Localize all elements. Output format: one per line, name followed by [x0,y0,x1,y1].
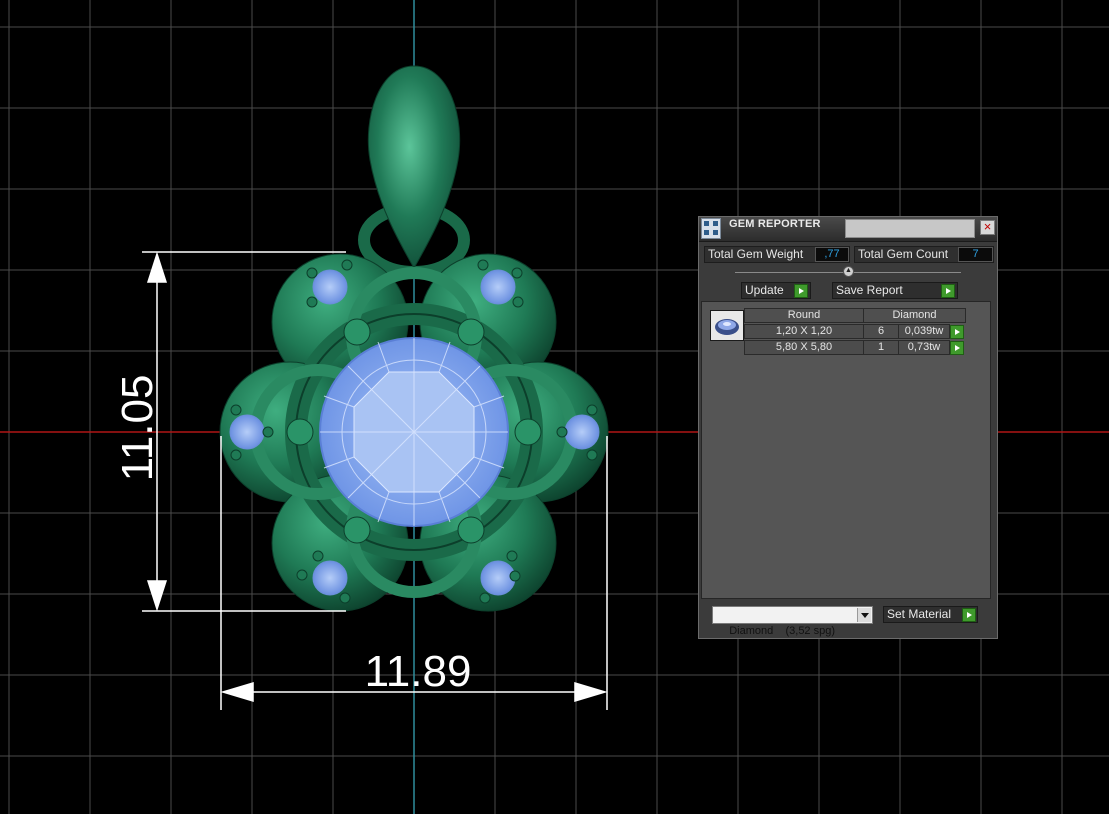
panel-title: GEM REPORTER [729,218,821,230]
accent-gem [229,414,265,450]
splitter-handle-icon[interactable]: ▲ [843,266,854,277]
table-cell-count: 6 [863,324,899,339]
close-button[interactable]: × [980,220,995,235]
row-select-arrow-icon[interactable] [950,325,964,339]
table-cell-count: 1 [863,340,899,355]
table-cell-size: 5,80 X 5,80 [744,340,864,355]
chevron-down-icon[interactable] [857,608,871,622]
accent-gem [480,269,516,305]
table-header-shape: Round [744,308,864,323]
gem-reporter-logo-icon [701,218,721,239]
center-gem-facets [320,338,508,526]
table-cell-weight: 0,73tw [898,340,950,355]
diamond-gem-icon[interactable] [710,310,744,341]
accent-gem [312,560,348,596]
material-select[interactable]: Diamond (3,52 spg) [712,606,873,637]
title-bar-field [845,219,975,238]
gem-list[interactable]: Round Diamond 1,20 X 1,20 6 0,039tw 5,80… [701,301,991,599]
update-button[interactable]: Update [741,282,811,299]
total-gem-count-value: 7 [958,247,993,262]
material-select-value: Diamond (3,52 spg) [729,625,836,637]
height-dimension-label: 11.05 [113,375,162,482]
width-dimension-label: 11.89 [365,647,472,696]
totals-row: Total Gem Weight ,77 Total Gem Count 7 [699,246,997,263]
table-header-material: Diamond [863,308,966,323]
bail-drop [367,65,461,270]
set-material-button-label: Set Material [887,607,952,621]
total-gem-weight-value: ,77 [815,247,849,262]
table-cell-weight: 0,039tw [898,324,950,339]
save-report-button[interactable]: Save Report [832,282,958,299]
panel-titlebar[interactable]: GEM REPORTER × [699,217,997,242]
table-cell-size: 1,20 X 1,20 [744,324,864,339]
save-report-button-label: Save Report [836,283,903,297]
set-material-arrow-icon[interactable] [962,608,976,622]
update-arrow-icon[interactable] [794,284,808,298]
gem-reporter-panel: GEM REPORTER × Total Gem Weight ,77 Tota… [698,216,998,639]
set-material-button[interactable]: Set Material [883,606,978,623]
accent-gem [312,269,348,305]
update-button-label: Update [745,283,784,297]
accent-gem [564,414,600,450]
save-report-arrow-icon[interactable] [941,284,955,298]
row-select-arrow-icon[interactable] [950,341,964,355]
